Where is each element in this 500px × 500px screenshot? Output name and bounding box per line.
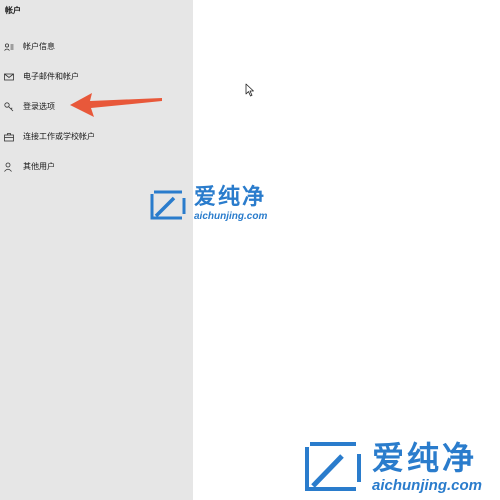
sidebar-item-work-school[interactable]: 连接工作或学校帐户 bbox=[0, 126, 193, 148]
key-icon bbox=[4, 102, 14, 112]
annotation-arrow-icon bbox=[70, 93, 162, 117]
main-content-area bbox=[193, 0, 500, 500]
watermark-brand-en: aichunjing.com bbox=[372, 476, 483, 494]
sidebar-item-label: 帐户信息 bbox=[23, 42, 55, 51]
sidebar-item-label: 其他用户 bbox=[23, 162, 55, 171]
sidebar: 帐户 帐户信息 电子邮件和帐户 登录选项 连接工作或学校帐户 其他用户 bbox=[0, 0, 193, 500]
sidebar-item-account-info[interactable]: 帐户信息 bbox=[0, 36, 193, 58]
sidebar-item-other-users[interactable]: 其他用户 bbox=[0, 156, 193, 178]
sidebar-item-label: 登录选项 bbox=[23, 102, 55, 111]
watermark-logo-icon bbox=[150, 190, 186, 219]
watermark-logo-large-icon bbox=[305, 442, 361, 491]
mail-icon bbox=[4, 73, 14, 81]
sidebar-item-email-accounts[interactable]: 电子邮件和帐户 bbox=[0, 66, 193, 88]
sidebar-item-label: 连接工作或学校帐户 bbox=[23, 132, 95, 141]
person-icon bbox=[4, 162, 12, 172]
watermark-brand-cn: 爱纯净 bbox=[194, 185, 267, 210]
watermark-brand-en: aichunjing.com bbox=[194, 211, 268, 222]
watermark-logo-large: 爱纯净 aichunjing.com bbox=[302, 440, 482, 494]
watermark-brand-cn: 爱纯净 bbox=[372, 438, 478, 477]
mouse-cursor-icon bbox=[245, 83, 254, 97]
briefcase-icon bbox=[4, 133, 14, 142]
watermark-logo: 爱纯净 aichunjing.com bbox=[148, 187, 267, 222]
sidebar-title: 帐户 bbox=[5, 6, 21, 15]
sidebar-item-label: 电子邮件和帐户 bbox=[23, 72, 79, 81]
account-info-icon bbox=[4, 43, 14, 51]
